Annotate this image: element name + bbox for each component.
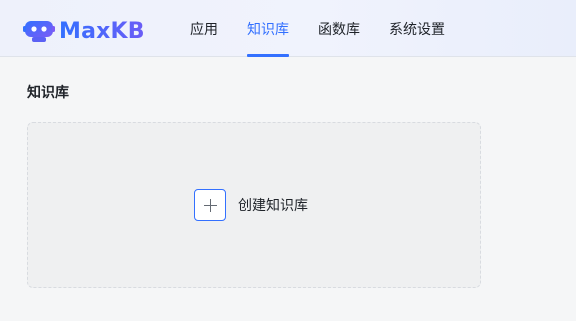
main-nav: 应用 知识库 函数库 系统设置 (190, 0, 474, 57)
page-title: 知识库 (27, 85, 69, 101)
create-knowledge-button[interactable]: 创建知识库 (194, 189, 308, 221)
robot-logo-icon (23, 21, 55, 42)
nav-tab-knowledge[interactable]: 知识库 (247, 0, 289, 57)
brand-logo[interactable]: MaxKB (23, 15, 145, 47)
nav-tab-functions[interactable]: 函数库 (318, 0, 360, 57)
brand-name: MaxKB (59, 18, 145, 44)
create-knowledge-card[interactable]: 创建知识库 (27, 122, 481, 288)
nav-tab-settings[interactable]: 系统设置 (389, 0, 445, 57)
top-header: MaxKB 应用 知识库 函数库 系统设置 (0, 0, 576, 57)
nav-tab-apps[interactable]: 应用 (190, 0, 218, 57)
create-knowledge-label: 创建知识库 (238, 198, 308, 214)
plus-icon (194, 189, 226, 221)
main-content: 知识库 创建知识库 (2, 58, 576, 321)
